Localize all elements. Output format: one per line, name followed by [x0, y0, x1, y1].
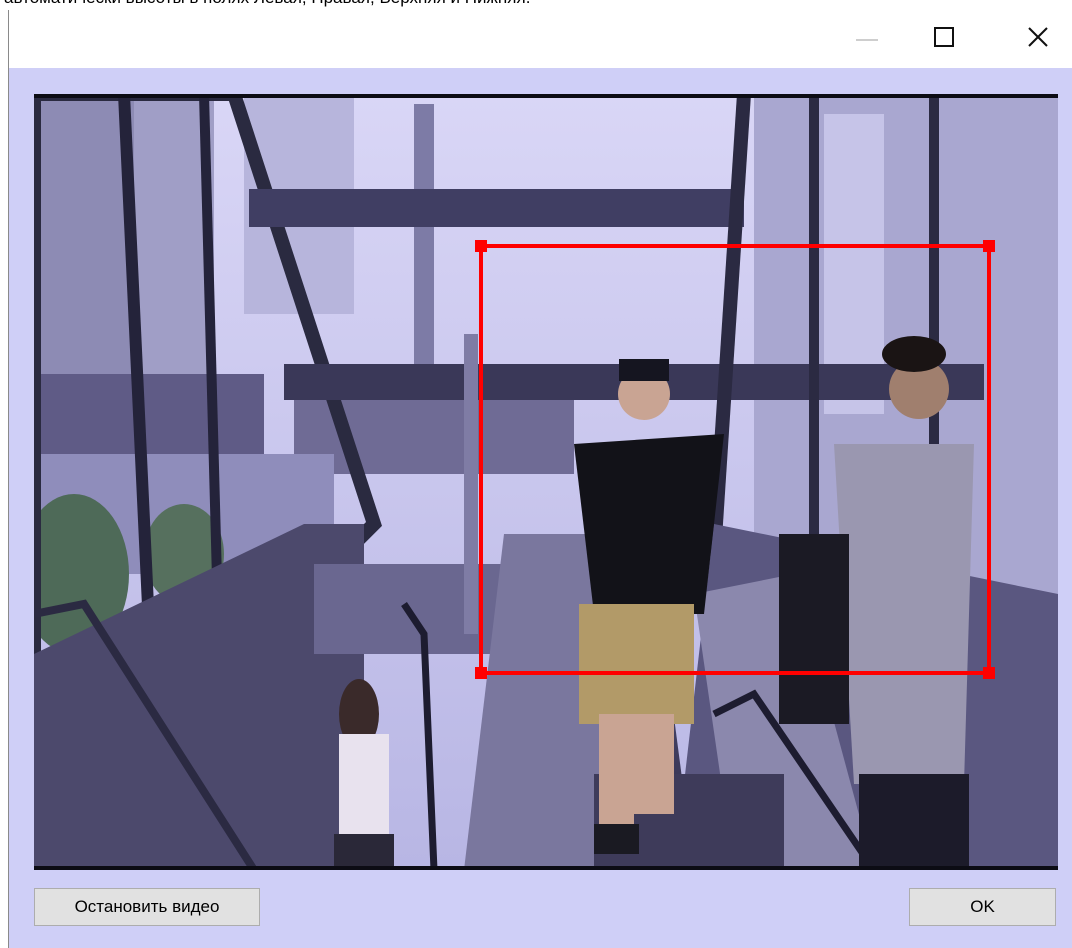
maximize-button[interactable] [920, 10, 966, 68]
selection-handle-top-right[interactable] [983, 240, 995, 252]
close-icon [1028, 27, 1048, 47]
selection-handle-bottom-right[interactable] [983, 667, 995, 679]
ok-button[interactable]: OK [909, 888, 1056, 926]
video-preview[interactable] [34, 94, 1058, 870]
selection-handle-top-left[interactable] [475, 240, 487, 252]
video-dialog-window: Остановить видео OK [8, 10, 1072, 948]
selection-handle-bottom-left[interactable] [475, 667, 487, 679]
close-button[interactable] [1017, 10, 1063, 68]
video-frame [34, 94, 1058, 870]
minimize-button[interactable] [846, 10, 892, 68]
minimize-icon [856, 39, 878, 41]
stop-video-button[interactable]: Остановить видео [34, 888, 260, 926]
maximize-icon [934, 27, 954, 47]
title-bar [9, 10, 1072, 68]
background-text-line: автоматически высоты в полях Левая, Прав… [4, 0, 530, 8]
background-document-text: автоматически высоты в полях Левая, Прав… [0, 0, 1072, 10]
